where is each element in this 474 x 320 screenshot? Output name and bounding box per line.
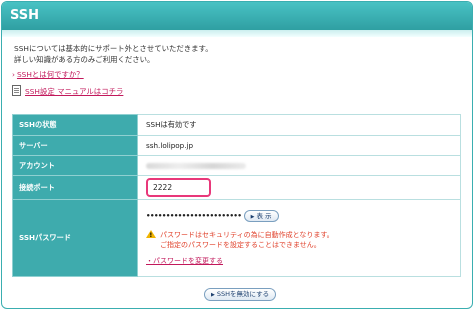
password-label: SSHパスワード: [12, 199, 138, 277]
password-mask: ••••••••••••••••••••••••: [146, 212, 242, 220]
what-is-ssh-link[interactable]: › SSHとは何ですか？: [12, 69, 84, 80]
intro-line-1: SSHについては基本的にサポート外とさせていただきます。: [14, 44, 213, 53]
server-value: ssh.lolipop.jp: [137, 135, 461, 156]
show-password-label: 表 示: [256, 212, 272, 220]
port-cell: 2222: [137, 175, 461, 200]
show-password-button[interactable]: ▶ 表 示: [243, 210, 279, 222]
warning-line-2: ご指定のパスワードを設定することはできません。: [160, 241, 321, 249]
play-icon: ▶: [211, 292, 215, 298]
account-label: アカウント: [12, 155, 138, 176]
play-icon: ▶: [250, 214, 255, 220]
ssh-panel: SSH SSHについては基本的にサポート外とさせていただきます。 詳しい知識があ…: [1, 1, 473, 309]
intro-text: SSHについては基本的にサポート外とさせていただきます。 詳しい知識がある方のみ…: [14, 43, 213, 65]
manual-label: SSH設定 マニュアルはコチラ: [25, 87, 124, 96]
chevron-right-icon: ›: [12, 70, 15, 79]
table-row-port: 接続ポート 2222: [12, 175, 461, 200]
server-label: サーバー: [12, 135, 138, 156]
disable-ssh-button[interactable]: ▶ SSHを無効にする: [204, 288, 277, 301]
table-row-password: SSHパスワード •••••••••••••••••••••••• ▶表 示 パ…: [12, 199, 461, 277]
table-row-account: アカウント: [12, 155, 461, 176]
panel-title: SSH: [10, 8, 40, 23]
header-divider: [2, 30, 472, 37]
panel-header: SSH: [2, 2, 472, 31]
what-is-ssh-label: SSHとは何ですか？: [16, 70, 84, 79]
port-value: 2222: [146, 178, 211, 197]
warning-icon: [146, 230, 156, 241]
status-label: SSHの状態: [12, 114, 138, 136]
change-password-link[interactable]: ・パスワードを変更する: [146, 256, 459, 266]
table-row-server: サーバー ssh.lolipop.jp: [12, 135, 461, 156]
account-redacted: [146, 163, 246, 169]
manual-link[interactable]: SSH設定 マニュアルはコチラ: [12, 85, 123, 97]
password-cell: •••••••••••••••••••••••• ▶表 示 パスワードはセキュリ…: [137, 199, 461, 277]
disable-ssh-label: SSHを無効にする: [216, 290, 270, 298]
password-line: •••••••••••••••••••••••• ▶ 表 示: [146, 210, 459, 222]
account-value: [137, 155, 461, 176]
status-value: SSHは有効です: [137, 114, 461, 136]
ssh-info-table: SSHの状態 SSHは有効です サーバー ssh.lolipop.jp アカウン…: [12, 114, 461, 277]
port-label: 接続ポート: [12, 175, 138, 200]
password-warning: パスワードはセキュリティの為に自動作成となります。 ご指定のパスワードを設定する…: [146, 230, 459, 250]
intro-line-2: 詳しい知識がある方のみご利用ください。: [14, 55, 155, 64]
warning-line-1: パスワードはセキュリティの為に自動作成となります。: [160, 231, 334, 239]
table-row-status: SSHの状態 SSHは有効です: [12, 114, 461, 136]
document-icon: [12, 85, 21, 96]
